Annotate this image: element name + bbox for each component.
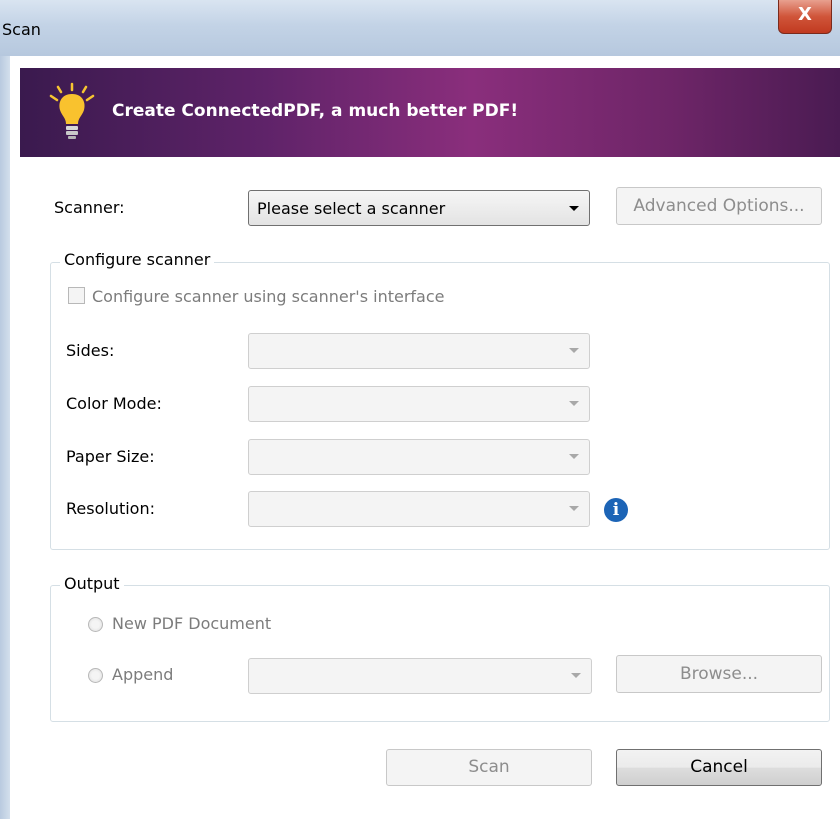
window-title: Scan (2, 20, 41, 39)
sides-select[interactable] (248, 333, 590, 369)
append-file-select[interactable] (248, 658, 592, 694)
scanner-label: Scanner: (54, 198, 125, 217)
paper-size-label: Paper Size: (66, 447, 155, 466)
output-group (50, 585, 830, 722)
append-label: Append (112, 665, 174, 684)
append-radio[interactable] (88, 668, 103, 683)
paper-size-select[interactable] (248, 439, 590, 475)
chevron-down-icon (569, 454, 579, 459)
advanced-options-label: Advanced Options... (633, 196, 805, 216)
scan-button[interactable]: Scan (386, 749, 592, 786)
sides-label: Sides: (66, 341, 115, 360)
configure-interface-label: Configure scanner using scanner's interf… (92, 287, 445, 306)
chevron-down-icon (569, 401, 579, 406)
close-icon: X (798, 4, 812, 25)
new-pdf-label: New PDF Document (112, 614, 272, 633)
scanner-select[interactable]: Please select a scanner (248, 190, 590, 226)
scanner-select-value: Please select a scanner (257, 199, 446, 218)
info-icon[interactable]: i (604, 498, 628, 522)
window-frame (0, 56, 10, 819)
chevron-down-icon (569, 348, 579, 353)
scan-label: Scan (468, 757, 510, 777)
chevron-down-icon (569, 206, 579, 211)
configure-interface-checkbox[interactable] (68, 287, 85, 304)
chevron-down-icon (569, 506, 579, 511)
resolution-label: Resolution: (66, 499, 155, 518)
chevron-down-icon (571, 673, 581, 678)
browse-button[interactable]: Browse... (616, 655, 822, 693)
title-bar: Scan X (0, 0, 840, 56)
lightbulb-icon (49, 82, 95, 139)
resolution-select[interactable] (248, 491, 590, 527)
color-mode-label: Color Mode: (66, 394, 162, 413)
cancel-label: Cancel (690, 757, 748, 777)
configure-scanner-title: Configure scanner (60, 250, 215, 269)
cancel-button[interactable]: Cancel (616, 749, 822, 786)
banner-text: Create ConnectedPDF, a much better PDF! (112, 101, 519, 121)
close-button[interactable]: X (778, 0, 832, 34)
browse-label: Browse... (679, 664, 759, 684)
advanced-options-button[interactable]: Advanced Options... (616, 187, 822, 225)
color-mode-select[interactable] (248, 386, 590, 422)
new-pdf-radio[interactable] (88, 617, 103, 632)
promo-banner[interactable]: Create ConnectedPDF, a much better PDF! (20, 68, 840, 157)
output-title: Output (60, 574, 124, 593)
